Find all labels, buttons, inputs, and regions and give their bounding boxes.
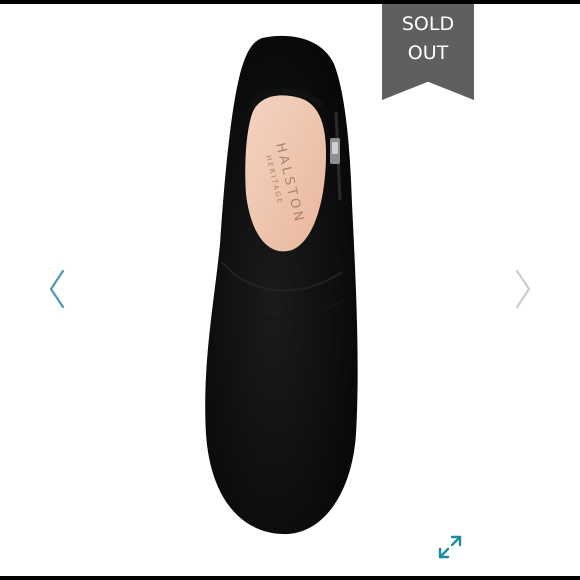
product-image: HALSTON HERITAGE <box>205 35 358 535</box>
expand-image-button[interactable] <box>435 532 465 562</box>
badge-line1: SOLD <box>401 13 455 35</box>
next-image-button[interactable] <box>508 266 538 312</box>
chevron-right-icon <box>515 269 531 309</box>
chevron-left-icon <box>49 269 65 309</box>
product-gallery: HALSTON HERITAGE SOLD OUT <box>0 4 580 576</box>
badge-line2: OUT <box>407 42 449 64</box>
previous-image-button[interactable] <box>42 266 72 312</box>
expand-icon <box>438 535 462 559</box>
